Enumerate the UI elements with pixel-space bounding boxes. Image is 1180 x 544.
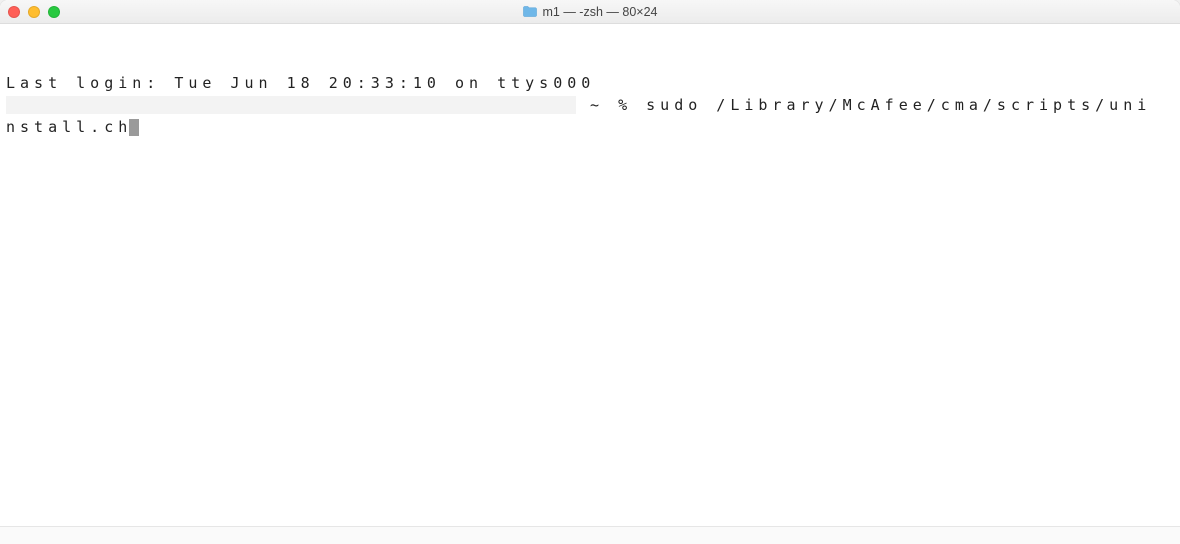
command-text-part1: sudo /Library/McAfee/cma/scripts/uni — [646, 96, 1151, 114]
command-text-part2: nstall.ch — [6, 118, 132, 136]
terminal-content[interactable]: Last login: Tue Jun 18 20:33:10 on ttys0… — [0, 24, 1180, 526]
window-title: m1 — -zsh — 80×24 — [543, 5, 658, 19]
last-login-line: Last login: Tue Jun 18 20:33:10 on ttys0… — [6, 72, 1174, 94]
maximize-button[interactable] — [48, 6, 60, 18]
command-wrap-line: nstall.ch — [6, 116, 1174, 138]
traffic-lights — [8, 6, 60, 18]
cursor — [129, 119, 139, 136]
terminal-window: m1 — -zsh — 80×24 Last login: Tue Jun 18… — [0, 0, 1180, 544]
bottom-bar — [0, 526, 1180, 544]
titlebar[interactable]: m1 — -zsh — 80×24 — [0, 0, 1180, 24]
window-title-wrap: m1 — -zsh — 80×24 — [0, 5, 1180, 19]
redacted-hostname — [6, 96, 576, 114]
close-button[interactable] — [8, 6, 20, 18]
prompt-line: ~ % sudo /Library/McAfee/cma/scripts/uni — [6, 94, 1174, 116]
prompt-suffix: ~ % — [576, 96, 646, 114]
minimize-button[interactable] — [28, 6, 40, 18]
folder-icon — [523, 6, 537, 17]
